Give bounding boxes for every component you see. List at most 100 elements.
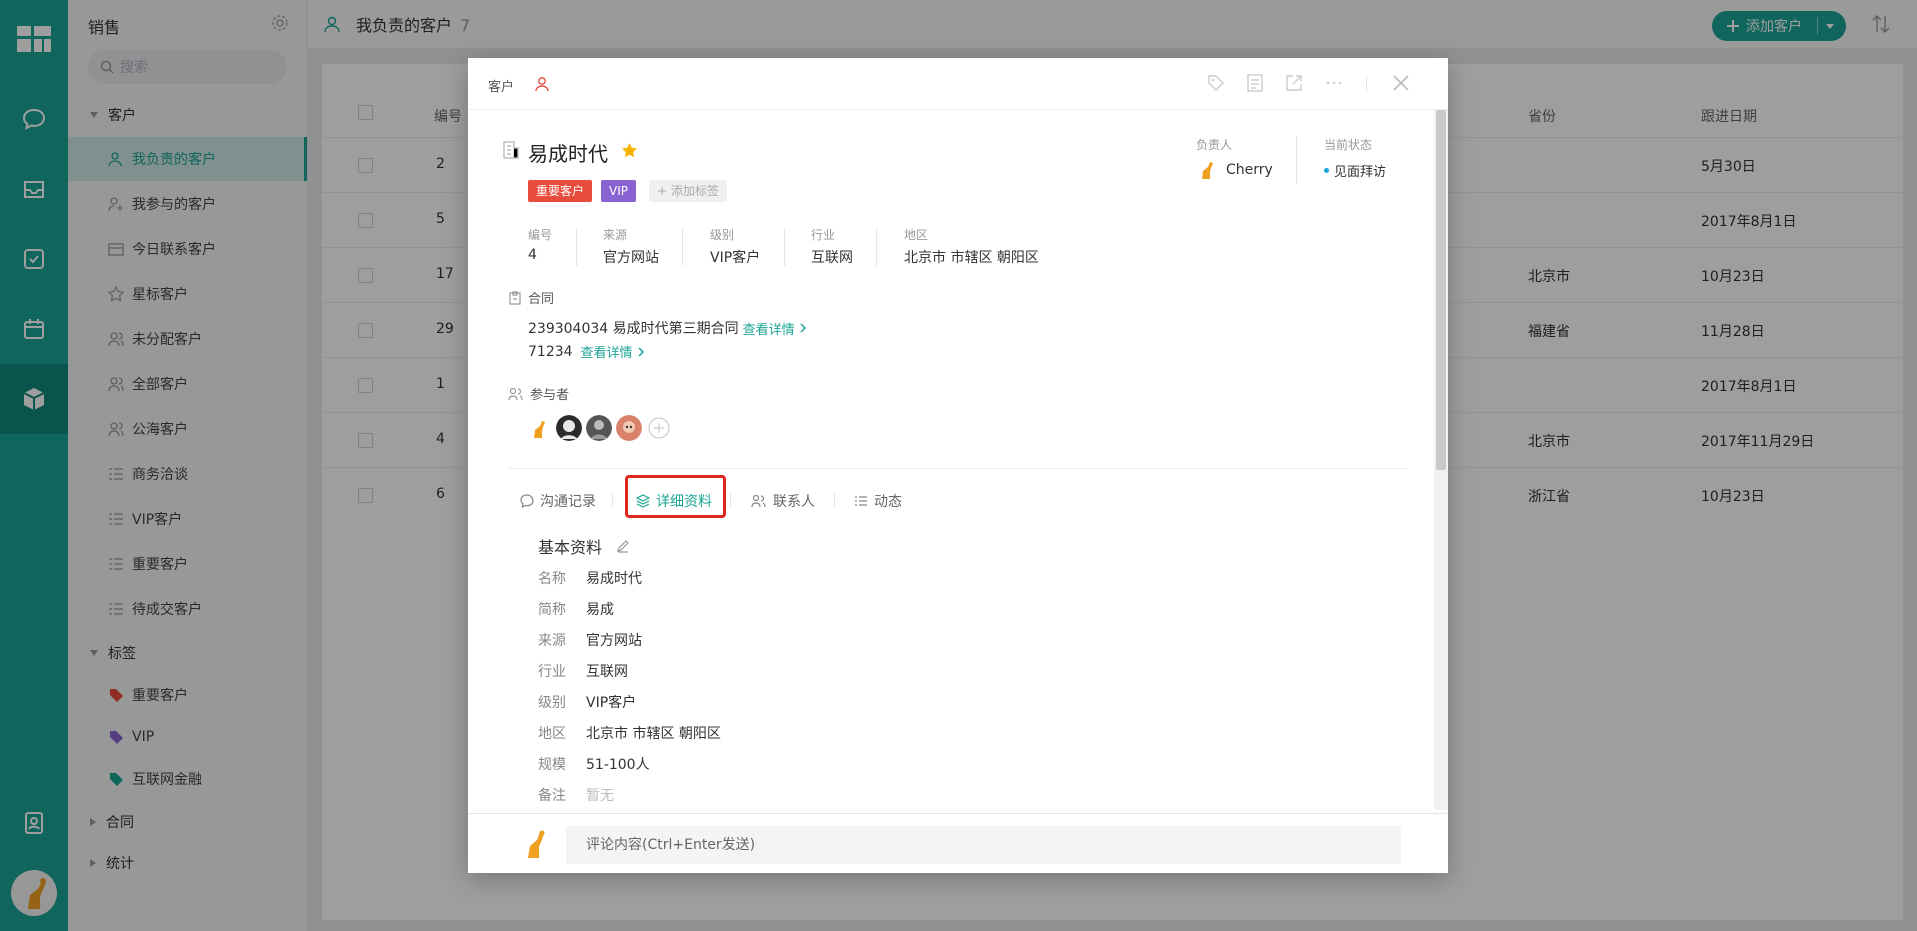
participants-section-label: 参与者	[530, 388, 570, 403]
detail-value: 暂无	[586, 788, 614, 804]
edit-pencil-icon[interactable]	[616, 539, 630, 553]
contacts-icon	[751, 494, 766, 508]
field-divider	[784, 228, 785, 266]
field-divider	[576, 228, 577, 266]
detail-key: 级别	[538, 695, 566, 711]
status-label: 当前状态	[1324, 138, 1373, 152]
add-tag-button[interactable]: + 添加标签	[649, 180, 727, 202]
close-icon[interactable]	[1392, 74, 1410, 92]
detail-key: 备注	[538, 788, 566, 804]
owner-block: 负责人 Cherry	[1196, 136, 1273, 181]
basic-info-header: 基本资料	[538, 534, 630, 558]
field-value: VIP客户	[710, 250, 761, 266]
detail-row: 备注 暂无	[538, 785, 614, 805]
detail-value: 官方网站	[586, 633, 642, 649]
view-contract-link[interactable]: 查看详情	[581, 342, 633, 361]
tab-label: 联系人	[773, 494, 815, 510]
field-label: 编号	[528, 228, 553, 242]
tab-divider	[834, 493, 835, 507]
modal-breadcrumb: 客户	[488, 80, 515, 95]
field-label: 行业	[811, 228, 836, 242]
star-filled-icon[interactable]	[621, 142, 638, 159]
detail-row: 简称 易成	[538, 599, 614, 619]
add-participant-icon[interactable]	[648, 417, 670, 439]
tag-outline-icon[interactable]	[1207, 74, 1225, 92]
detail-row: 行业 互联网	[538, 661, 628, 681]
detail-key: 来源	[538, 633, 566, 649]
field-source: 来源 官方网站	[603, 226, 659, 267]
tab-label: 动态	[874, 494, 902, 510]
field-label: 级别	[710, 228, 735, 242]
detail-row: 地区 北京市 市辖区 朝阳区	[538, 723, 721, 743]
commenter-avatar	[528, 830, 545, 858]
status-block: 当前状态 见面拜访	[1324, 136, 1386, 180]
owner-user-icon	[535, 77, 549, 92]
detail-value: 北京市 市辖区 朝阳区	[586, 726, 721, 742]
chevron-right-icon	[800, 323, 806, 333]
owner-divider	[1296, 136, 1297, 184]
building-icon	[503, 141, 519, 159]
view-contract-link[interactable]: 查看详情	[743, 319, 795, 338]
tag-important[interactable]: 重要客户	[528, 180, 593, 202]
detail-value: 易成	[586, 602, 614, 618]
users-icon	[508, 387, 523, 400]
detail-value: 互联网	[586, 664, 628, 680]
modal-header: 客户	[468, 58, 1448, 110]
tag-vip[interactable]: VIP	[601, 180, 636, 202]
detail-key: 名称	[538, 571, 566, 587]
detail-key: 地区	[538, 726, 566, 742]
detail-key: 行业	[538, 664, 566, 680]
participant-avatar[interactable]	[526, 415, 552, 441]
list-icon	[855, 496, 867, 506]
contract-row: 71234 查看详情	[528, 342, 645, 361]
participant-avatar[interactable]	[586, 415, 612, 441]
detail-key: 简称	[538, 602, 566, 618]
detail-row: 级别 VIP客户	[538, 692, 636, 712]
open-external-icon[interactable]	[1285, 74, 1303, 92]
comment-bar: 评论内容(Ctrl+Enter发送)	[468, 813, 1448, 873]
tab-contacts[interactable]: 联系人	[751, 491, 815, 511]
field-divider	[876, 228, 877, 266]
comment-input[interactable]: 评论内容(Ctrl+Enter发送)	[566, 826, 1401, 864]
detail-row: 规模 51-100人	[538, 754, 650, 774]
participants-section-title: 参与者	[508, 384, 569, 403]
owner-name: Cherry	[1226, 162, 1273, 178]
form-icon[interactable]	[1246, 74, 1264, 92]
contract-row: 239304034 易成时代第三期合同 查看详情	[528, 318, 807, 338]
owner-label: 负责人	[1196, 138, 1233, 152]
field-label: 来源	[603, 228, 628, 242]
tab-activity[interactable]: 动态	[854, 491, 902, 511]
chat-icon	[520, 494, 534, 508]
detail-row: 来源 官方网站	[538, 630, 642, 650]
contract-text: 71234	[528, 343, 573, 360]
detail-value: 51-100人	[586, 757, 650, 773]
field-level: 级别 VIP客户	[710, 226, 760, 267]
owner-avatar[interactable]	[1196, 159, 1218, 181]
field-id: 编号 4	[528, 226, 552, 263]
modal-scrollbar[interactable]	[1434, 110, 1448, 810]
chevron-right-icon	[638, 346, 644, 357]
detail-key: 规模	[538, 757, 566, 773]
field-label: 地区	[904, 228, 929, 242]
field-divider	[682, 228, 683, 266]
tab-highlight-box	[625, 475, 726, 518]
contract-section-label: 合同	[528, 292, 555, 307]
participant-avatar[interactable]	[616, 415, 642, 441]
contract-section-title: 合同	[508, 288, 554, 307]
status-dot	[1324, 168, 1329, 173]
field-value: 4	[528, 247, 537, 263]
header-divider	[1366, 76, 1367, 92]
field-value: 官方网站	[603, 250, 659, 266]
scrollbar-thumb[interactable]	[1436, 110, 1446, 470]
detail-value: VIP客户	[586, 695, 637, 711]
field-industry: 行业 互联网	[811, 226, 853, 267]
tab-label: 沟通记录	[540, 494, 596, 510]
field-value: 北京市 市辖区 朝阳区	[904, 250, 1039, 266]
more-icon[interactable]	[1325, 74, 1343, 92]
contract-text: 239304034 易成时代第三期合同	[528, 321, 739, 337]
tab-divider	[612, 493, 613, 507]
basic-info-title: 基本资料	[538, 538, 603, 557]
participant-avatar[interactable]	[556, 415, 582, 441]
tab-divider	[730, 493, 731, 507]
tab-communication[interactable]: 沟通记录	[520, 491, 596, 511]
